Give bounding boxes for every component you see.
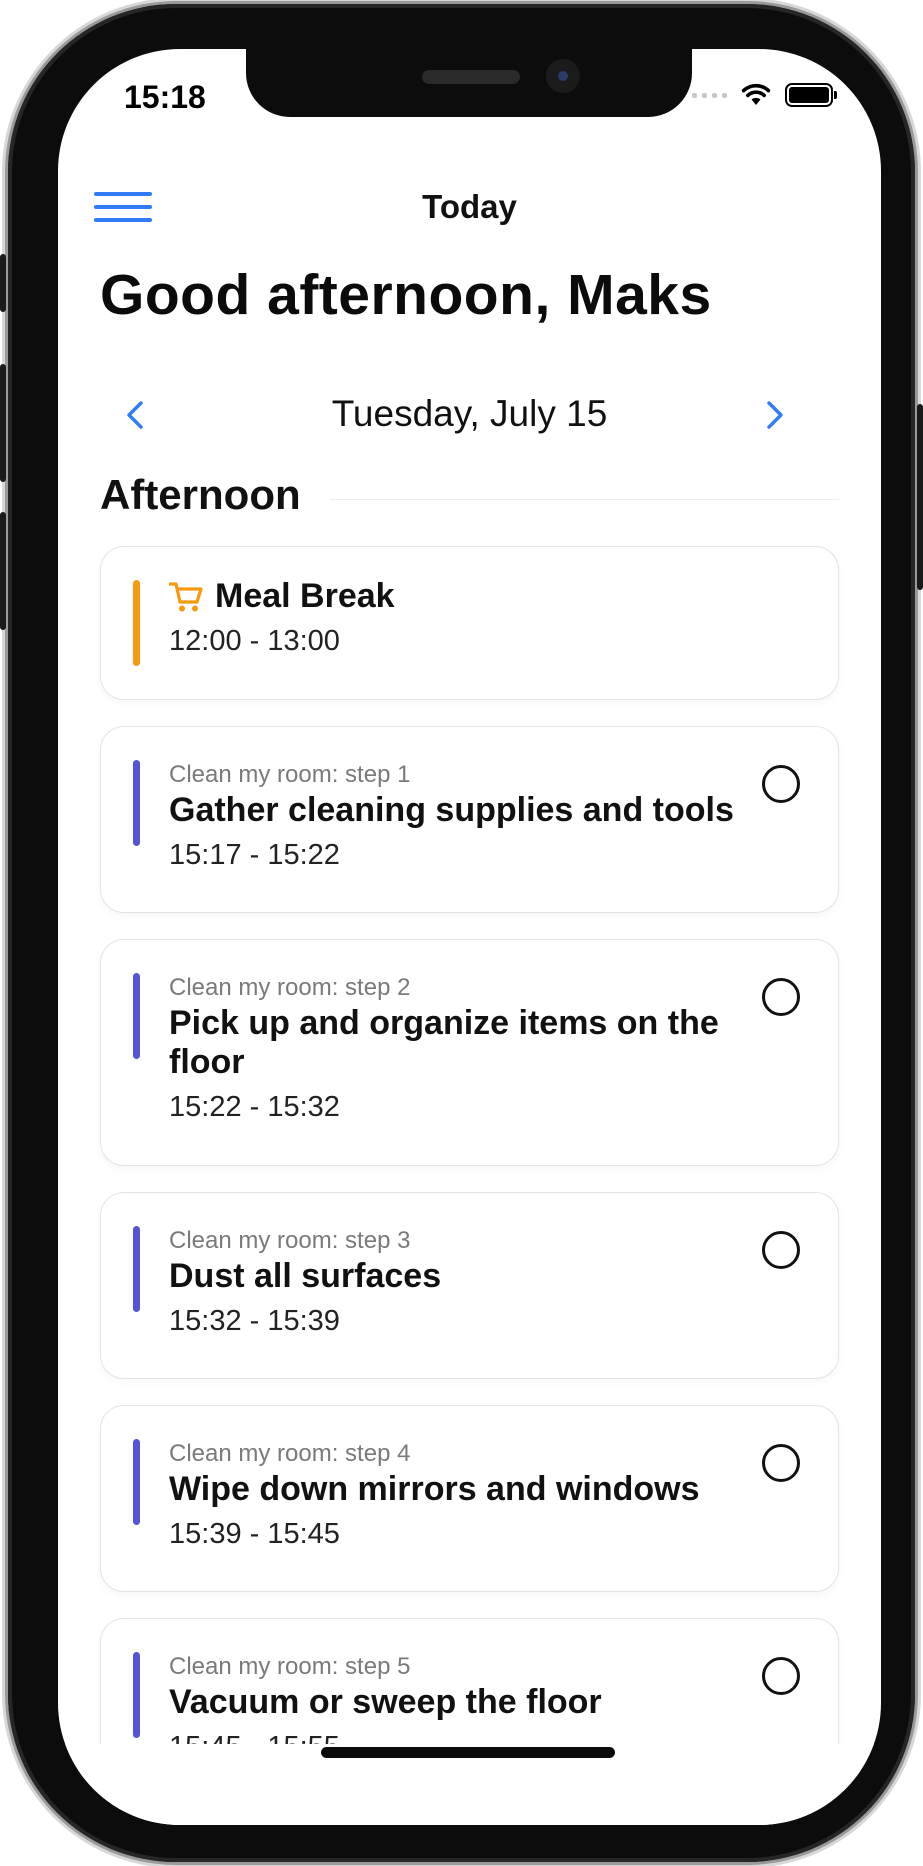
section-title: Afternoon xyxy=(100,471,301,518)
event-subtitle: Clean my room: step 5 xyxy=(169,1653,411,1680)
home-indicator[interactable] xyxy=(321,1747,615,1758)
task-accent-bar xyxy=(133,1439,140,1525)
wifi-icon xyxy=(741,83,771,105)
notch xyxy=(246,49,692,117)
complete-checkbox[interactable] xyxy=(762,1657,800,1695)
event-subtitle: Clean my room: step 4 xyxy=(169,1440,411,1467)
speaker xyxy=(422,70,520,84)
task-card[interactable]: Clean my room: step 4 Wipe down mirrors … xyxy=(100,1405,839,1592)
event-subtitle: Clean my room: step 2 xyxy=(169,974,411,1001)
event-title: Pick up and organize items on the floor xyxy=(169,1004,719,1081)
volume-down-button xyxy=(0,512,6,630)
complete-checkbox[interactable] xyxy=(762,1444,800,1482)
event-list: Meal Break 12:00 - 13:00 Clean my room: … xyxy=(100,546,839,1825)
meal-break-card[interactable]: Meal Break 12:00 - 13:00 xyxy=(100,546,839,700)
screen: 15:18 Today Good afternoon, Maks Tuesday… xyxy=(58,49,881,1825)
cellular-signal-icon xyxy=(692,92,727,98)
chevron-right-icon[interactable] xyxy=(752,393,796,437)
event-title: Vacuum or sweep the floor xyxy=(169,1683,602,1721)
volume-up-button xyxy=(0,364,6,482)
front-camera xyxy=(546,59,580,93)
complete-checkbox[interactable] xyxy=(762,1231,800,1269)
task-card[interactable]: Clean my room: step 2 Pick up and organi… xyxy=(100,939,839,1166)
complete-checkbox[interactable] xyxy=(762,765,800,803)
status-icons xyxy=(692,83,837,107)
event-title: Meal Break xyxy=(215,577,395,615)
greeting-heading: Good afternoon, Maks xyxy=(100,263,712,327)
mute-switch xyxy=(0,254,6,312)
current-date: Tuesday, July 15 xyxy=(331,393,608,434)
nav-bar: Today xyxy=(58,164,881,244)
event-title: Wipe down mirrors and windows xyxy=(169,1470,700,1508)
event-time: 15:39 - 15:45 xyxy=(169,1518,340,1550)
section-header: Afternoon xyxy=(100,471,839,531)
event-time: 15:32 - 15:39 xyxy=(169,1305,340,1337)
event-time: 15:17 - 15:22 xyxy=(169,839,340,871)
event-title: Gather cleaning supplies and tools xyxy=(169,791,734,829)
task-accent-bar xyxy=(133,1226,140,1312)
complete-checkbox[interactable] xyxy=(762,978,800,1016)
task-accent-bar xyxy=(133,1652,140,1738)
task-card[interactable]: Clean my room: step 1 Gather cleaning su… xyxy=(100,726,839,913)
event-time: 15:22 - 15:32 xyxy=(169,1091,340,1123)
status-time: 15:18 xyxy=(124,79,206,115)
event-title: Dust all surfaces xyxy=(169,1257,442,1295)
power-button xyxy=(917,404,923,590)
battery-icon xyxy=(785,83,837,107)
cart-icon xyxy=(169,581,203,611)
task-accent-bar xyxy=(133,973,140,1059)
event-subtitle: Clean my room: step 1 xyxy=(169,761,411,788)
nav-title: Today xyxy=(422,188,517,225)
section-divider xyxy=(330,499,839,500)
date-navigator: Tuesday, July 15 xyxy=(100,379,839,449)
event-time: 12:00 - 13:00 xyxy=(169,625,340,657)
task-card[interactable]: Clean my room: step 3 Dust all surfaces … xyxy=(100,1192,839,1379)
event-subtitle: Clean my room: step 3 xyxy=(169,1227,411,1254)
meal-accent-bar xyxy=(133,580,140,666)
phone-frame: 15:18 Today Good afternoon, Maks Tuesday… xyxy=(0,4,923,1862)
task-accent-bar xyxy=(133,760,140,846)
